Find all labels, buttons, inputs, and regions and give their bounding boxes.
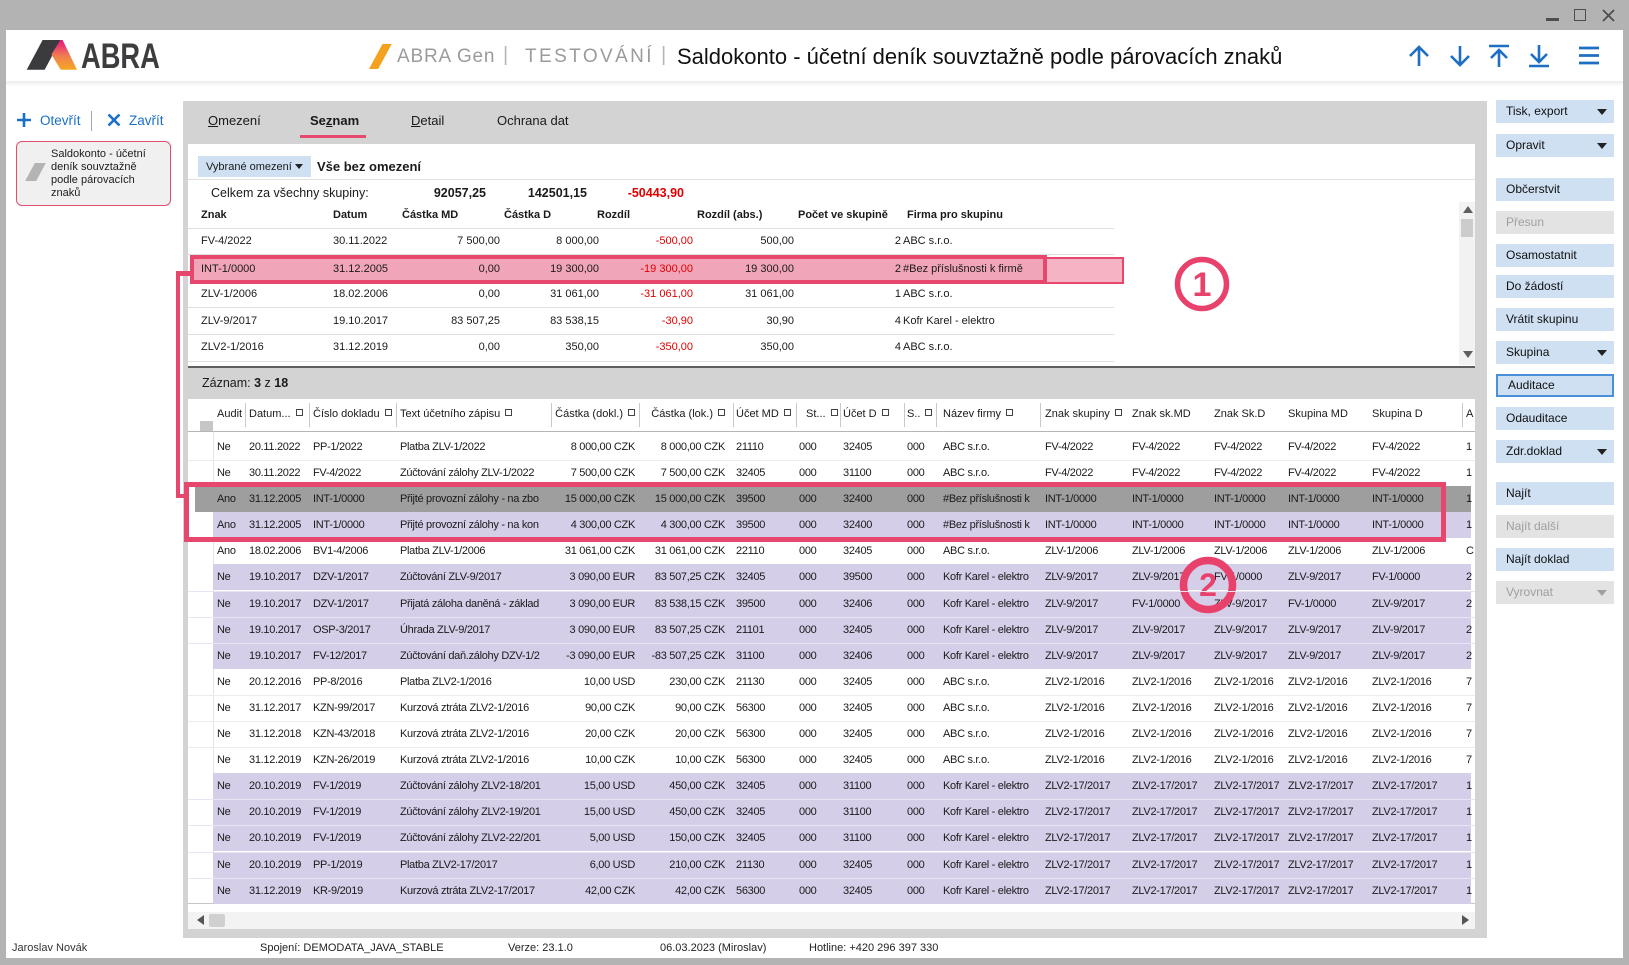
svg-text:2: 2: [1199, 567, 1217, 603]
